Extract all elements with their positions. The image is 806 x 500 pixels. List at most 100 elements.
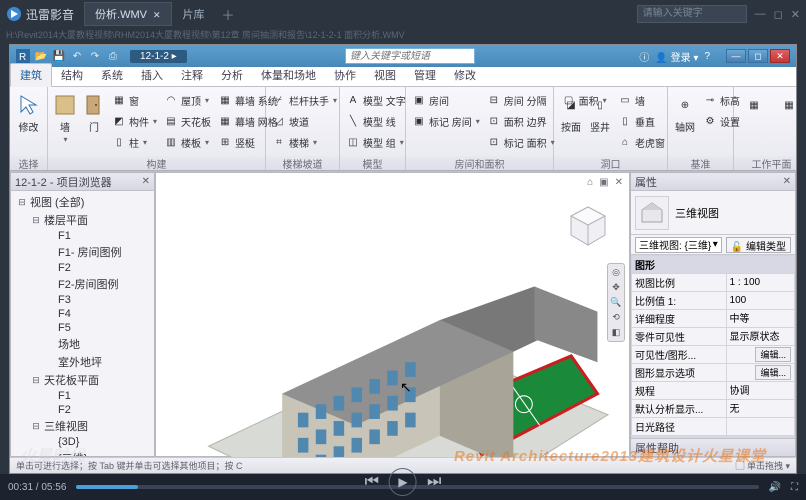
player-close-icon[interactable]: ✕ xyxy=(791,8,800,21)
print-icon[interactable]: ⎙ xyxy=(106,49,120,63)
property-row[interactable]: 日光路径 xyxy=(632,418,795,436)
dormer-button[interactable]: ⌂老虎窗 xyxy=(616,132,667,152)
tree-node[interactable]: ⊟天花板平面 xyxy=(11,371,154,389)
tag-area-button[interactable]: ⊡标记 面积▾ xyxy=(485,132,557,152)
wall-opening-button[interactable]: ▭墙 xyxy=(616,90,667,110)
close-icon[interactable]: ✕ xyxy=(153,10,161,20)
tree-node[interactable]: F5 xyxy=(11,321,154,335)
browser-tree[interactable]: ⊟视图 (全部)⊟楼层平面F1F1- 房间图例F2F2-房间图例F3F4F5场地… xyxy=(11,191,154,456)
room-sep-button[interactable]: ⊟房间 分隔 xyxy=(485,90,557,110)
tab-massing[interactable]: 体量和场地 xyxy=(252,64,325,86)
undo-icon[interactable]: ↶ xyxy=(70,49,84,63)
railing-button[interactable]: ⌿栏杆扶手▾ xyxy=(270,90,339,110)
player-max-icon[interactable]: ◻ xyxy=(774,8,783,21)
window-button[interactable]: ▦窗 xyxy=(110,90,159,110)
viewport-3d[interactable]: ⌂ ▣ ✕ ◎ ✥ 🔍 ⟲ ◧ ↖ xyxy=(155,172,630,457)
player-search-input[interactable]: 请输入关键字 xyxy=(637,5,747,23)
door-button[interactable]: 门 xyxy=(81,90,107,134)
vp-max-icon[interactable]: ▣ xyxy=(599,177,608,188)
room-button[interactable]: ▣房间 xyxy=(410,90,482,110)
tab-annotate[interactable]: 注释 xyxy=(172,64,212,86)
property-row[interactable]: 图形显示选项编辑... xyxy=(632,364,795,382)
column-button[interactable]: ▯柱▾ xyxy=(110,132,159,152)
player-tab-add[interactable]: ＋ xyxy=(222,5,235,24)
nav-orbit-icon[interactable]: ⟲ xyxy=(612,312,620,323)
edit-type-button[interactable]: 🔓 编辑类型 xyxy=(726,237,791,253)
player-tab-active[interactable]: 份析.WMV✕ xyxy=(84,2,172,26)
tree-node[interactable]: F2 xyxy=(11,403,154,417)
viewcube[interactable] xyxy=(565,203,611,249)
properties-selector[interactable]: 三维视图: {三维}▾ xyxy=(635,237,722,253)
nav-zoom-icon[interactable]: 🔍 xyxy=(610,297,621,308)
tab-systems[interactable]: 系统 xyxy=(92,64,132,86)
revit-max-icon[interactable]: ◻ xyxy=(748,49,768,63)
help-icon[interactable]: ? xyxy=(704,51,710,62)
property-row[interactable]: 比例值 1: xyxy=(632,292,795,310)
login-button[interactable]: 👤 登录 ▾ xyxy=(655,49,698,64)
property-row[interactable]: 规程 xyxy=(632,382,795,400)
tree-node[interactable]: ⊟视图 (全部) xyxy=(11,193,154,211)
tree-node[interactable]: 场地 xyxy=(11,335,154,353)
tree-node[interactable]: F2-房间图例 xyxy=(11,275,154,293)
modify-button[interactable]: 修改 xyxy=(14,90,43,134)
tab-manage[interactable]: 管理 xyxy=(405,64,445,86)
tree-node[interactable]: F3 xyxy=(11,293,154,307)
property-row[interactable]: 可见性/图形...编辑... xyxy=(632,346,795,364)
model-text-button[interactable]: A模型 文字 xyxy=(344,90,408,110)
player-next-icon[interactable]: ⏭ xyxy=(427,473,441,491)
tab-architecture[interactable]: 建筑 xyxy=(10,63,52,87)
player-tab[interactable]: 片库 xyxy=(172,2,216,26)
revit-help-input[interactable] xyxy=(345,48,475,64)
volume-icon[interactable]: 🔊 xyxy=(769,482,781,493)
tab-insert[interactable]: 插入 xyxy=(132,64,172,86)
area-boundary-button[interactable]: ⊡面积 边界 xyxy=(485,111,557,131)
roof-button[interactable]: ◠屋顶▾ xyxy=(162,90,213,110)
open-icon[interactable]: 📂 xyxy=(34,49,48,63)
tab-modify[interactable]: 修改 xyxy=(445,64,485,86)
grid-button[interactable]: ⊕轴网 xyxy=(672,90,698,134)
tree-node[interactable]: ⊟三维视图 xyxy=(11,417,154,435)
player-play-icon[interactable]: ▶ xyxy=(389,468,417,496)
property-row[interactable]: 视图比例 xyxy=(632,274,795,292)
property-row[interactable]: 详细程度 xyxy=(632,310,795,328)
model-group-button[interactable]: ◫模型 组▾ xyxy=(344,132,408,152)
revit-min-icon[interactable]: — xyxy=(726,49,746,63)
component-button[interactable]: ◩构件▾ xyxy=(110,111,159,131)
nav-cube-icon[interactable]: ◧ xyxy=(612,327,621,338)
redo-icon[interactable]: ↷ xyxy=(88,49,102,63)
property-row[interactable]: 默认分析显示... xyxy=(632,400,795,418)
tree-node[interactable]: F1 xyxy=(11,389,154,403)
vertical-opening-button[interactable]: ▯垂直 xyxy=(616,111,667,131)
vp-home-icon[interactable]: ⌂ xyxy=(587,177,593,188)
tab-structure[interactable]: 结构 xyxy=(52,64,92,86)
ramp-button[interactable]: ◿坡道 xyxy=(270,111,339,131)
nav-wheel-icon[interactable]: ◎ xyxy=(612,267,620,278)
property-row[interactable]: 零件可见性 xyxy=(632,328,795,346)
info-icon[interactable]: ⓘ xyxy=(639,49,649,64)
model-line-button[interactable]: ╲模型 线 xyxy=(344,111,408,131)
byface-button[interactable]: ◪按面 xyxy=(558,90,584,134)
player-min-icon[interactable]: — xyxy=(755,8,766,20)
shaft-button[interactable]: ▯竖井 xyxy=(587,90,613,134)
workplane-button[interactable]: ▦ xyxy=(738,90,770,118)
tree-node[interactable]: 室外地坪 xyxy=(11,353,154,371)
tree-node[interactable]: F1- 房间图例 xyxy=(11,243,154,261)
stair-button[interactable]: ⌗楼梯▾ xyxy=(270,132,339,152)
vp-close-icon[interactable]: ✕ xyxy=(615,177,623,188)
navigation-bar[interactable]: ◎ ✥ 🔍 ⟲ ◧ xyxy=(607,263,625,342)
tab-analyze[interactable]: 分析 xyxy=(212,64,252,86)
tree-node[interactable]: F1 xyxy=(11,229,154,243)
tree-node[interactable]: F4 xyxy=(11,307,154,321)
floor-button[interactable]: ▥楼板▾ xyxy=(162,132,213,152)
wall-button[interactable]: 墙▾ xyxy=(52,90,78,144)
revit-doc-tab[interactable]: 12-1-2 ▸ xyxy=(130,50,187,63)
tab-collab[interactable]: 协作 xyxy=(325,64,365,86)
app-menu-icon[interactable]: R xyxy=(16,49,30,63)
tree-node[interactable]: ⊟楼层平面 xyxy=(11,211,154,229)
tab-view[interactable]: 视图 xyxy=(365,64,405,86)
revit-close-icon[interactable]: ✕ xyxy=(770,49,790,63)
properties-close-icon[interactable]: ✕ xyxy=(783,176,791,187)
tree-node[interactable]: F2 xyxy=(11,261,154,275)
player-prev-icon[interactable]: ⏮ xyxy=(365,473,379,491)
fullscreen-icon[interactable]: ⛶ xyxy=(791,482,798,493)
